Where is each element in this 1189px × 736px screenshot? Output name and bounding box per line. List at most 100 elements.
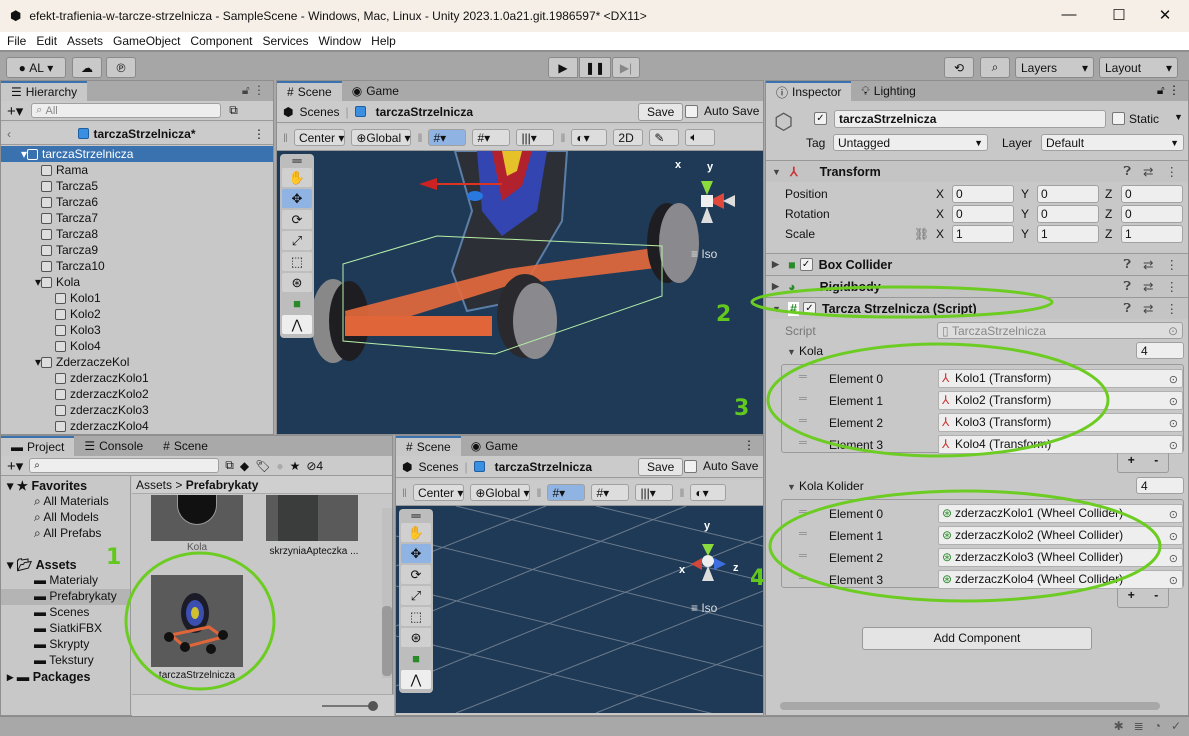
- hierarchy-item[interactable]: Kolo4: [1, 338, 273, 354]
- menu-component[interactable]: Component: [190, 34, 252, 48]
- object-field[interactable]: ⊛ zderzaczKolo2 (Wheel Collider) ⊙: [938, 526, 1183, 545]
- presets-icon[interactable]: ⇄: [1143, 164, 1153, 179]
- hierarchy-item[interactable]: Kolo1: [1, 290, 273, 306]
- maximize-button[interactable]: ☐: [1104, 6, 1134, 24]
- help-icon[interactable]: ❓︎: [1124, 257, 1132, 272]
- lighting-toggle[interactable]: ✎: [649, 129, 680, 146]
- fav-all-materials[interactable]: ⌕ All Materials: [34, 494, 109, 509]
- kola-kolider-remove-button[interactable]: -: [1154, 588, 1158, 607]
- bug-icon[interactable]: ✱: [1114, 719, 1124, 733]
- custom-tool-icon[interactable]: ■: [401, 649, 431, 668]
- transform-header[interactable]: ▼ ⅄ Transform ❓︎ ⇄ ⋮: [766, 160, 1188, 182]
- scene-viewport[interactable]: x y ≡ Iso ═ ✋ ✥ ⟳ ⤢ ⬚ ⊛ ■ ⋀: [277, 151, 763, 434]
- kola-remove-button[interactable]: -: [1154, 453, 1158, 472]
- filter-label-icon[interactable]: 🏷︎: [255, 459, 270, 473]
- thumbnail-size-slider[interactable]: [322, 705, 372, 707]
- hidden-packages-button[interactable]: ⊘4: [306, 459, 323, 473]
- pause-button[interactable]: ❚❚: [579, 57, 611, 78]
- more-icon[interactable]: ⋮: [1166, 164, 1179, 179]
- layers-dropdown[interactable]: Layers ▾: [1015, 57, 1094, 78]
- box-collider-header[interactable]: ▶ ■ ✓ Box Collider ❓︎ ⇄ ⋮: [766, 253, 1188, 275]
- fav-all-models[interactable]: ⌕ All Models: [34, 510, 99, 525]
- object-name-input[interactable]: tarczaStrzelnicza: [834, 110, 1106, 128]
- hierarchy-item[interactable]: zderzaczKolo1: [1, 370, 273, 386]
- box-collider-enabled-checkbox[interactable]: ✓: [799, 258, 813, 271]
- menu-help[interactable]: Help: [371, 34, 396, 48]
- tab-scene[interactable]: # Scene: [396, 436, 461, 456]
- object-field[interactable]: ⊛ zderzaczKolo4 (Wheel Collider) ⊙: [938, 570, 1183, 589]
- save-button[interactable]: Save: [638, 103, 684, 121]
- presets-icon[interactable]: ⇄: [1143, 257, 1153, 272]
- kola-kolider-foldout[interactable]: ▼ Kola Kolider: [787, 479, 864, 493]
- pivot-dropdown[interactable]: Center ▾: [293, 129, 346, 146]
- z-input[interactable]: 0: [1121, 185, 1183, 203]
- static-checkbox[interactable]: [1112, 112, 1125, 125]
- hierarchy-item[interactable]: Kolo3: [1, 322, 273, 338]
- packages-node[interactable]: ▸ ▬ Packages: [7, 669, 90, 684]
- object-field[interactable]: ⅄ Kolo3 (Transform) ⊙: [938, 413, 1183, 432]
- rect-tool[interactable]: ⬚: [282, 252, 312, 271]
- folder-item[interactable]: ▬ Materialy: [1, 573, 130, 589]
- drag-handle-icon[interactable]: ═: [799, 371, 807, 383]
- hierarchy-search-input[interactable]: ⌕ All: [31, 103, 222, 118]
- object-field[interactable]: ⊛ zderzaczKolo1 (Wheel Collider) ⊙: [938, 504, 1183, 523]
- shading-mode-dropdown[interactable]: ◐▾: [571, 129, 608, 146]
- hierarchy-item[interactable]: zderzaczKolo4: [1, 418, 273, 434]
- object-picker-icon[interactable]: ⊙: [1169, 507, 1178, 524]
- active-checkbox[interactable]: ✓: [814, 112, 827, 125]
- y-input[interactable]: 0: [1037, 185, 1099, 203]
- hierarchy-item[interactable]: Tarcza10: [1, 258, 273, 274]
- hierarchy-item[interactable]: Tarcza6: [1, 194, 273, 210]
- hand-tool[interactable]: ✋: [401, 523, 431, 542]
- progress-icon[interactable]: ◔: [1154, 719, 1161, 733]
- tag-dropdown[interactable]: Untagged ▼: [833, 134, 988, 151]
- tab-lighting[interactable]: 💡︎ Lighting: [851, 81, 925, 101]
- more-icon[interactable]: ⋮: [253, 127, 265, 141]
- object-field[interactable]: ⅄ Kolo4 (Transform) ⊙: [938, 435, 1183, 454]
- scale-tool[interactable]: ⤢: [282, 231, 312, 250]
- audio-toggle[interactable]: 🔈︎: [685, 129, 716, 146]
- inspector-h-scrollbar[interactable]: [766, 702, 1178, 712]
- drag-handle-icon[interactable]: ═: [799, 572, 807, 584]
- gameobject-icon[interactable]: ⬡: [774, 109, 793, 135]
- hierarchy-item[interactable]: Tarcza5: [1, 178, 273, 194]
- hierarchy-item[interactable]: Tarcza9: [1, 242, 273, 258]
- step-button[interactable]: ▶|: [612, 57, 640, 78]
- menu-file[interactable]: File: [7, 34, 26, 48]
- hierarchy-item[interactable]: Kolo2: [1, 306, 273, 322]
- projection-label[interactable]: ≡ Iso: [691, 601, 717, 615]
- tab-project[interactable]: ▬ Project: [1, 436, 75, 456]
- asset-thumb-skrzynia[interactable]: [266, 495, 358, 541]
- add-button[interactable]: +▾: [7, 102, 23, 120]
- tab-scene[interactable]: # Scene: [277, 81, 342, 101]
- hierarchy-item[interactable]: Rama: [1, 162, 273, 178]
- hierarchy-item[interactable]: ▾ ZderzaczeKol: [1, 354, 273, 370]
- account-dropdown[interactable]: ● AL ▾: [6, 57, 66, 78]
- lock-icon[interactable]: 🔓︎ ⋮: [1157, 83, 1180, 98]
- y-input[interactable]: 1: [1037, 225, 1099, 243]
- search-mode-icon[interactable]: ⧉: [229, 103, 238, 118]
- asset-thumb-tarcza[interactable]: [151, 575, 243, 667]
- folder-item[interactable]: ▬ Skrypty: [1, 637, 130, 653]
- more-icon[interactable]: ⋮: [1166, 301, 1179, 316]
- kola-kolider-add-button[interactable]: +: [1128, 588, 1135, 607]
- drag-handle-icon[interactable]: ═: [799, 437, 807, 449]
- drag-handle-icon[interactable]: ═: [799, 415, 807, 427]
- object-picker-icon[interactable]: ⊙: [1169, 551, 1178, 568]
- rotate-tool[interactable]: ⟳: [282, 210, 312, 229]
- component-tool[interactable]: ⋀: [282, 315, 312, 334]
- transform-tool[interactable]: ⊛: [401, 628, 431, 647]
- fav-all-prefabs[interactable]: ⌕ All Prefabs: [34, 526, 101, 541]
- grid-snap-button[interactable]: #▾: [547, 484, 586, 501]
- object-field[interactable]: ⊛ zderzaczKolo3 (Wheel Collider) ⊙: [938, 548, 1183, 567]
- breadcrumb-prefab[interactable]: tarczaStrzelnicza: [376, 105, 473, 119]
- minimize-button[interactable]: —: [1054, 6, 1084, 23]
- collab-button[interactable]: ℗: [106, 57, 136, 78]
- tab-game[interactable]: ◉ Game: [342, 81, 409, 101]
- rect-tool[interactable]: ⬚: [401, 607, 431, 626]
- expand-arrow-icon[interactable]: ▾: [1, 355, 41, 369]
- hierarchy-item[interactable]: ▾ tarczaStrzelnicza: [1, 146, 273, 162]
- add-component-button[interactable]: Add Component: [862, 627, 1092, 650]
- object-picker-icon[interactable]: ⊙: [1169, 573, 1178, 590]
- slider-handle[interactable]: [368, 701, 378, 711]
